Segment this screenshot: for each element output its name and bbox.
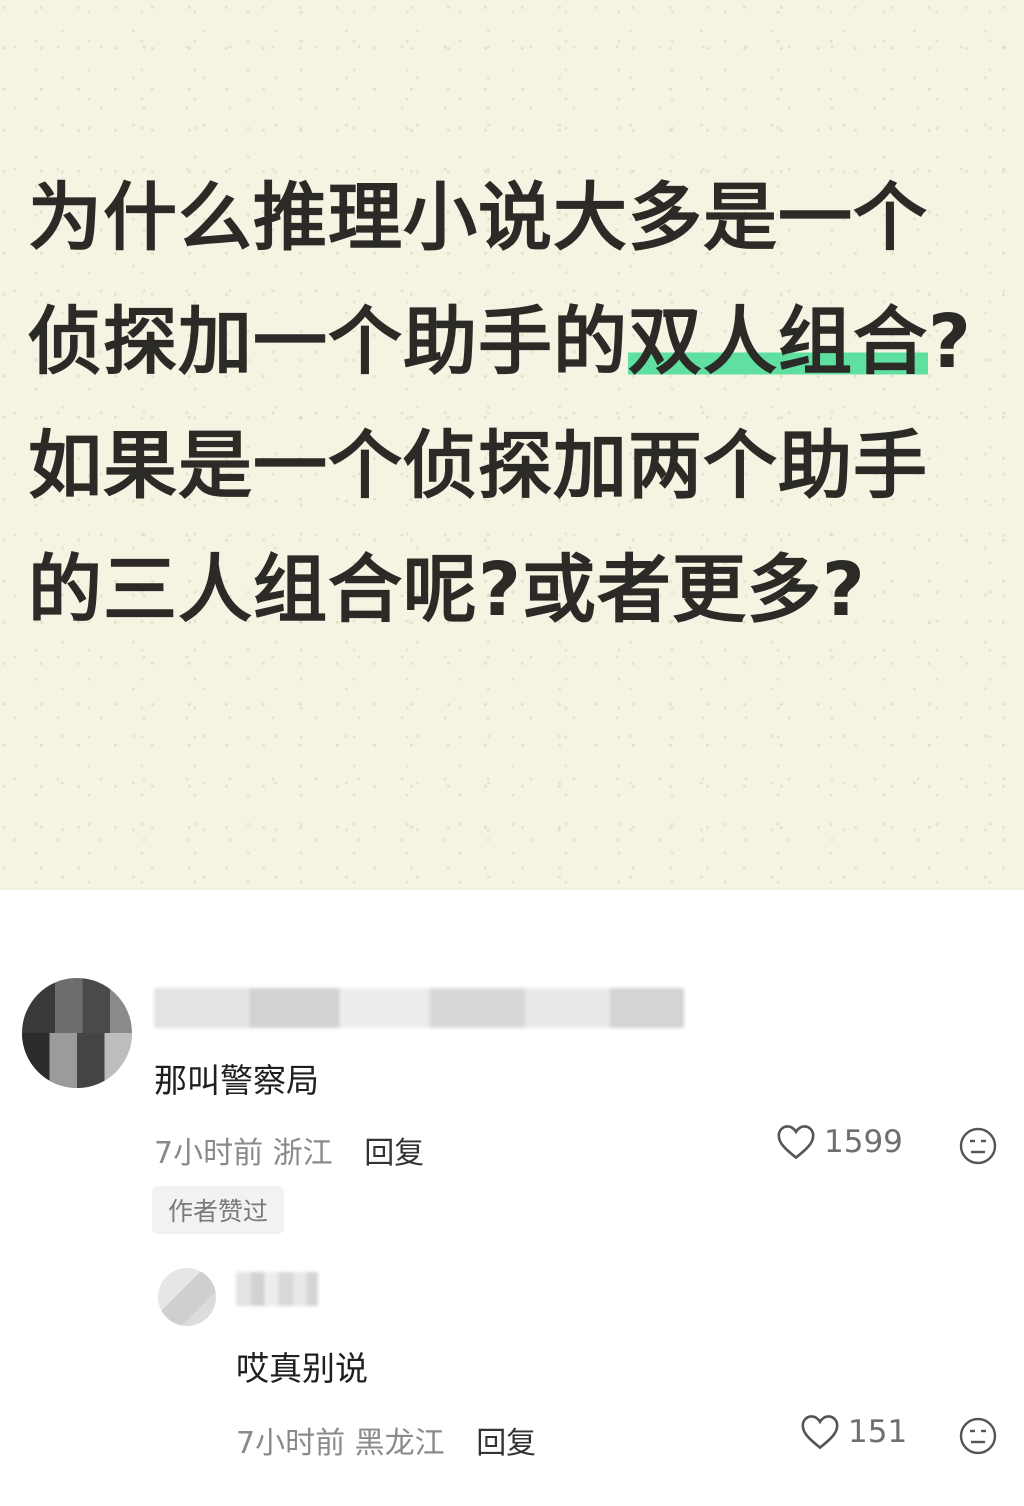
post-title-line: 的三人组合呢?或者更多? <box>28 547 866 633</box>
comments-section: 那叫警察局 7小时前 浙江 回复 1599 作者赞过 哎真别说 7小时前 黑龙江… <box>0 890 1024 1506</box>
post-title-line: 如果是一个侦探加两个助手 <box>28 423 928 509</box>
comment-meta: 7小时前 黑龙江 回复 <box>236 1418 536 1462</box>
post-title-highlight: 双人组合 <box>628 299 928 385</box>
like-button[interactable]: 151 <box>800 1414 907 1450</box>
post-title: 为什么推理小说大多是一个 侦探加一个助手的双人组合? 如果是一个侦探加两个助手 … <box>28 156 1024 652</box>
neutral-face-icon[interactable] <box>958 1416 998 1456</box>
reply-button[interactable]: 回复 <box>364 1136 424 1171</box>
comment-time: 7小时前 <box>154 1136 264 1171</box>
username-blurred[interactable] <box>236 1272 318 1306</box>
avatar[interactable] <box>22 978 132 1088</box>
post-title-line: 侦探加一个助手的双人组合? <box>28 280 1024 404</box>
comment-location: 黑龙江 <box>354 1426 445 1461</box>
comment-time: 7小时前 <box>236 1426 346 1461</box>
heart-outline-icon <box>777 1125 815 1160</box>
comment-text: 哎真别说 <box>236 1349 368 1388</box>
avatar[interactable] <box>158 1268 216 1326</box>
like-count: 151 <box>848 1414 908 1450</box>
neutral-face-icon[interactable] <box>958 1126 998 1166</box>
post-title-line: 为什么推理小说大多是一个 <box>28 175 928 261</box>
reply-button[interactable]: 回复 <box>476 1426 536 1461</box>
like-button[interactable]: 1599 <box>776 1124 903 1160</box>
post-title-segment: ? <box>928 299 972 385</box>
comment-location: 浙江 <box>272 1136 333 1171</box>
heart-outline-icon <box>801 1415 839 1450</box>
post-card[interactable]: 为什么推理小说大多是一个 侦探加一个助手的双人组合? 如果是一个侦探加两个助手 … <box>0 0 1024 890</box>
username-blurred[interactable] <box>154 988 684 1028</box>
like-count: 1599 <box>824 1124 903 1160</box>
author-liked-badge: 作者赞过 <box>152 1186 285 1234</box>
post-title-segment: 侦探加一个助手的 <box>28 299 628 385</box>
comment-meta: 7小时前 浙江 回复 <box>154 1128 424 1172</box>
comment-text: 那叫警察局 <box>154 1061 319 1100</box>
